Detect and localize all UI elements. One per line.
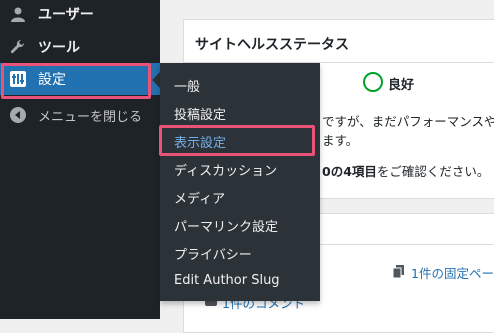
collapse-menu-label: メニューを閉じる (38, 109, 143, 125)
wrench-icon (10, 39, 26, 55)
pages-count-link[interactable]: 1件の固定ペー (411, 263, 494, 282)
submenu-item-discussion[interactable]: ディスカッション (174, 160, 277, 179)
collapse-menu-button[interactable]: メニューを閉じる (0, 98, 160, 132)
submenu-item-permalinks[interactable]: パーマリンク設定 (174, 216, 278, 235)
submenu-item-privacy[interactable]: プライバシー (174, 244, 252, 263)
pages-icon (392, 263, 404, 279)
user-icon (10, 6, 26, 22)
site-health-line3: 0の4項目をご確認ください。 (322, 161, 489, 180)
settings-submenu (160, 63, 320, 301)
collapse-icon (10, 107, 26, 123)
site-health-status: 良好 (388, 78, 415, 93)
sidebar-item-tools[interactable]: ツール (0, 30, 160, 64)
submenu-item-media[interactable]: メディア (174, 188, 225, 207)
site-health-title: サイトヘルスステータス (195, 37, 349, 53)
settings-highlight-box (1, 63, 151, 99)
site-health-line1: ですが、まだパフォーマンスや (322, 114, 494, 129)
sidebar-item-tools-label: ツール (38, 40, 80, 56)
settings-arrow (152, 72, 160, 88)
submenu-item-edit-author-slug[interactable]: Edit Author Slug (174, 273, 280, 288)
reading-highlight-box (159, 125, 315, 156)
site-health-line3-rest: をご確認ください。 (376, 164, 490, 179)
status-good-icon (363, 72, 383, 92)
site-health-items-link[interactable]: 0の4項目 (322, 164, 377, 179)
sidebar-item-users-label: ユーザー (38, 7, 94, 23)
submenu-item-writing[interactable]: 投稿設定 (174, 104, 226, 123)
submenu-item-general[interactable]: 一般 (174, 76, 200, 95)
sidebar-item-users[interactable]: ユーザー (0, 0, 160, 31)
site-health-line2: ます。 (322, 133, 359, 148)
